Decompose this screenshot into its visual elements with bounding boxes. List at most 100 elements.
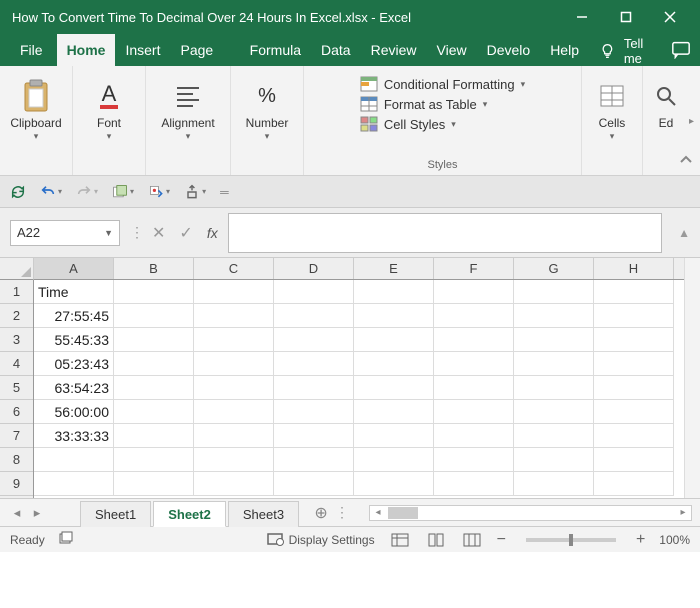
cell-a5[interactable]: 63:54:23 (34, 376, 114, 400)
cell-a6[interactable]: 56:00:00 (34, 400, 114, 424)
cell[interactable] (274, 352, 354, 376)
qat-customize-button[interactable]: ═ (220, 185, 229, 199)
cell[interactable] (594, 328, 674, 352)
display-settings-button[interactable]: Display Settings (267, 533, 375, 547)
row-header-4[interactable]: 4 (0, 352, 33, 376)
sheet-tab-2[interactable]: Sheet2 (153, 501, 226, 527)
cell-a4[interactable]: 05:23:43 (34, 352, 114, 376)
page-break-view-button[interactable] (461, 531, 483, 549)
cell[interactable] (194, 304, 274, 328)
paste-button[interactable]: Clipboard ▾ (6, 74, 66, 146)
cell[interactable] (114, 376, 194, 400)
collapse-ribbon-button[interactable] (678, 152, 694, 171)
sheet-tab-1[interactable]: Sheet1 (80, 501, 151, 527)
cell[interactable] (354, 376, 434, 400)
col-header-h[interactable]: H (594, 258, 674, 279)
font-button[interactable]: A Font ▾ (79, 74, 139, 146)
col-header-f[interactable]: F (434, 258, 514, 279)
normal-view-button[interactable] (389, 531, 411, 549)
cell[interactable] (514, 424, 594, 448)
cell[interactable] (194, 448, 274, 472)
sheet-nav-next[interactable]: ▸ (28, 505, 46, 521)
cell[interactable] (594, 352, 674, 376)
cell-a1[interactable]: Time (34, 280, 114, 304)
cell[interactable] (354, 304, 434, 328)
col-header-g[interactable]: G (514, 258, 594, 279)
cell[interactable] (594, 376, 674, 400)
cell[interactable] (274, 400, 354, 424)
row-header-5[interactable]: 5 (0, 376, 33, 400)
fx-button[interactable]: fx (207, 225, 218, 241)
cell[interactable] (194, 328, 274, 352)
cell[interactable] (354, 424, 434, 448)
row-header-9[interactable]: 9 (0, 472, 33, 496)
tab-view[interactable]: View (427, 34, 477, 66)
cell[interactable] (434, 376, 514, 400)
row-header-2[interactable]: 2 (0, 304, 33, 328)
col-header-e[interactable]: E (354, 258, 434, 279)
new-sheet-button[interactable]: ⊕ (309, 501, 333, 525)
name-box[interactable]: A22 ▼ (10, 220, 120, 246)
cell[interactable] (434, 328, 514, 352)
cells-button[interactable]: Cells ▾ (588, 74, 636, 146)
tab-home[interactable]: Home (57, 34, 116, 66)
cell[interactable] (594, 400, 674, 424)
cell[interactable] (514, 472, 594, 496)
row-header-6[interactable]: 6 (0, 400, 33, 424)
expand-formula-button[interactable]: ▲ (678, 226, 690, 240)
tell-me[interactable]: Tell me (599, 36, 662, 66)
cell[interactable] (514, 448, 594, 472)
sheet-nav-prev[interactable]: ◂ (8, 505, 26, 521)
cell[interactable] (434, 400, 514, 424)
row-header-7[interactable]: 7 (0, 424, 33, 448)
cell[interactable] (434, 424, 514, 448)
cell-a7[interactable]: 33:33:33 (34, 424, 114, 448)
col-header-c[interactable]: C (194, 258, 274, 279)
number-button[interactable]: % Number ▾ (237, 74, 297, 146)
enter-formula-button[interactable]: ✓ (179, 223, 192, 243)
qat-button-1[interactable]: ▾ (112, 184, 134, 200)
select-all-button[interactable] (0, 258, 34, 280)
cell[interactable] (514, 304, 594, 328)
cell[interactable] (594, 304, 674, 328)
cell[interactable] (594, 424, 674, 448)
cell[interactable] (194, 472, 274, 496)
col-header-a[interactable]: A (34, 258, 114, 279)
conditional-formatting-button[interactable]: Conditional Formatting ▾ (360, 76, 525, 92)
cell[interactable] (194, 424, 274, 448)
cell[interactable] (434, 472, 514, 496)
tab-review[interactable]: Review (361, 34, 427, 66)
cell[interactable] (354, 400, 434, 424)
cell[interactable] (594, 280, 674, 304)
row-header-8[interactable]: 8 (0, 448, 33, 472)
cell[interactable] (354, 328, 434, 352)
cell[interactable] (194, 400, 274, 424)
cell[interactable] (114, 424, 194, 448)
maximize-button[interactable] (604, 0, 648, 34)
cell[interactable] (114, 472, 194, 496)
row-header-1[interactable]: 1 (0, 280, 33, 304)
refresh-button[interactable] (10, 184, 26, 200)
cell[interactable] (114, 280, 194, 304)
cell[interactable] (274, 376, 354, 400)
cell[interactable] (274, 448, 354, 472)
vertical-scrollbar[interactable] (684, 258, 700, 498)
cell-a3[interactable]: 55:45:33 (34, 328, 114, 352)
cell[interactable] (434, 448, 514, 472)
cell[interactable] (354, 280, 434, 304)
editing-button[interactable]: Ed (649, 74, 683, 134)
cell[interactable] (594, 472, 674, 496)
zoom-in-button[interactable]: + (636, 531, 645, 549)
alignment-button[interactable]: Alignment ▾ (152, 74, 224, 146)
cell[interactable] (354, 448, 434, 472)
cell[interactable] (274, 328, 354, 352)
cell[interactable] (274, 304, 354, 328)
tab-page-layout[interactable]: Page La (170, 34, 239, 66)
format-as-table-button[interactable]: Format as Table ▾ (360, 96, 525, 112)
tab-developer[interactable]: Develo (477, 34, 541, 66)
col-header-d[interactable]: D (274, 258, 354, 279)
cell[interactable] (354, 472, 434, 496)
row-header-3[interactable]: 3 (0, 328, 33, 352)
cell[interactable] (114, 328, 194, 352)
cell[interactable] (274, 280, 354, 304)
